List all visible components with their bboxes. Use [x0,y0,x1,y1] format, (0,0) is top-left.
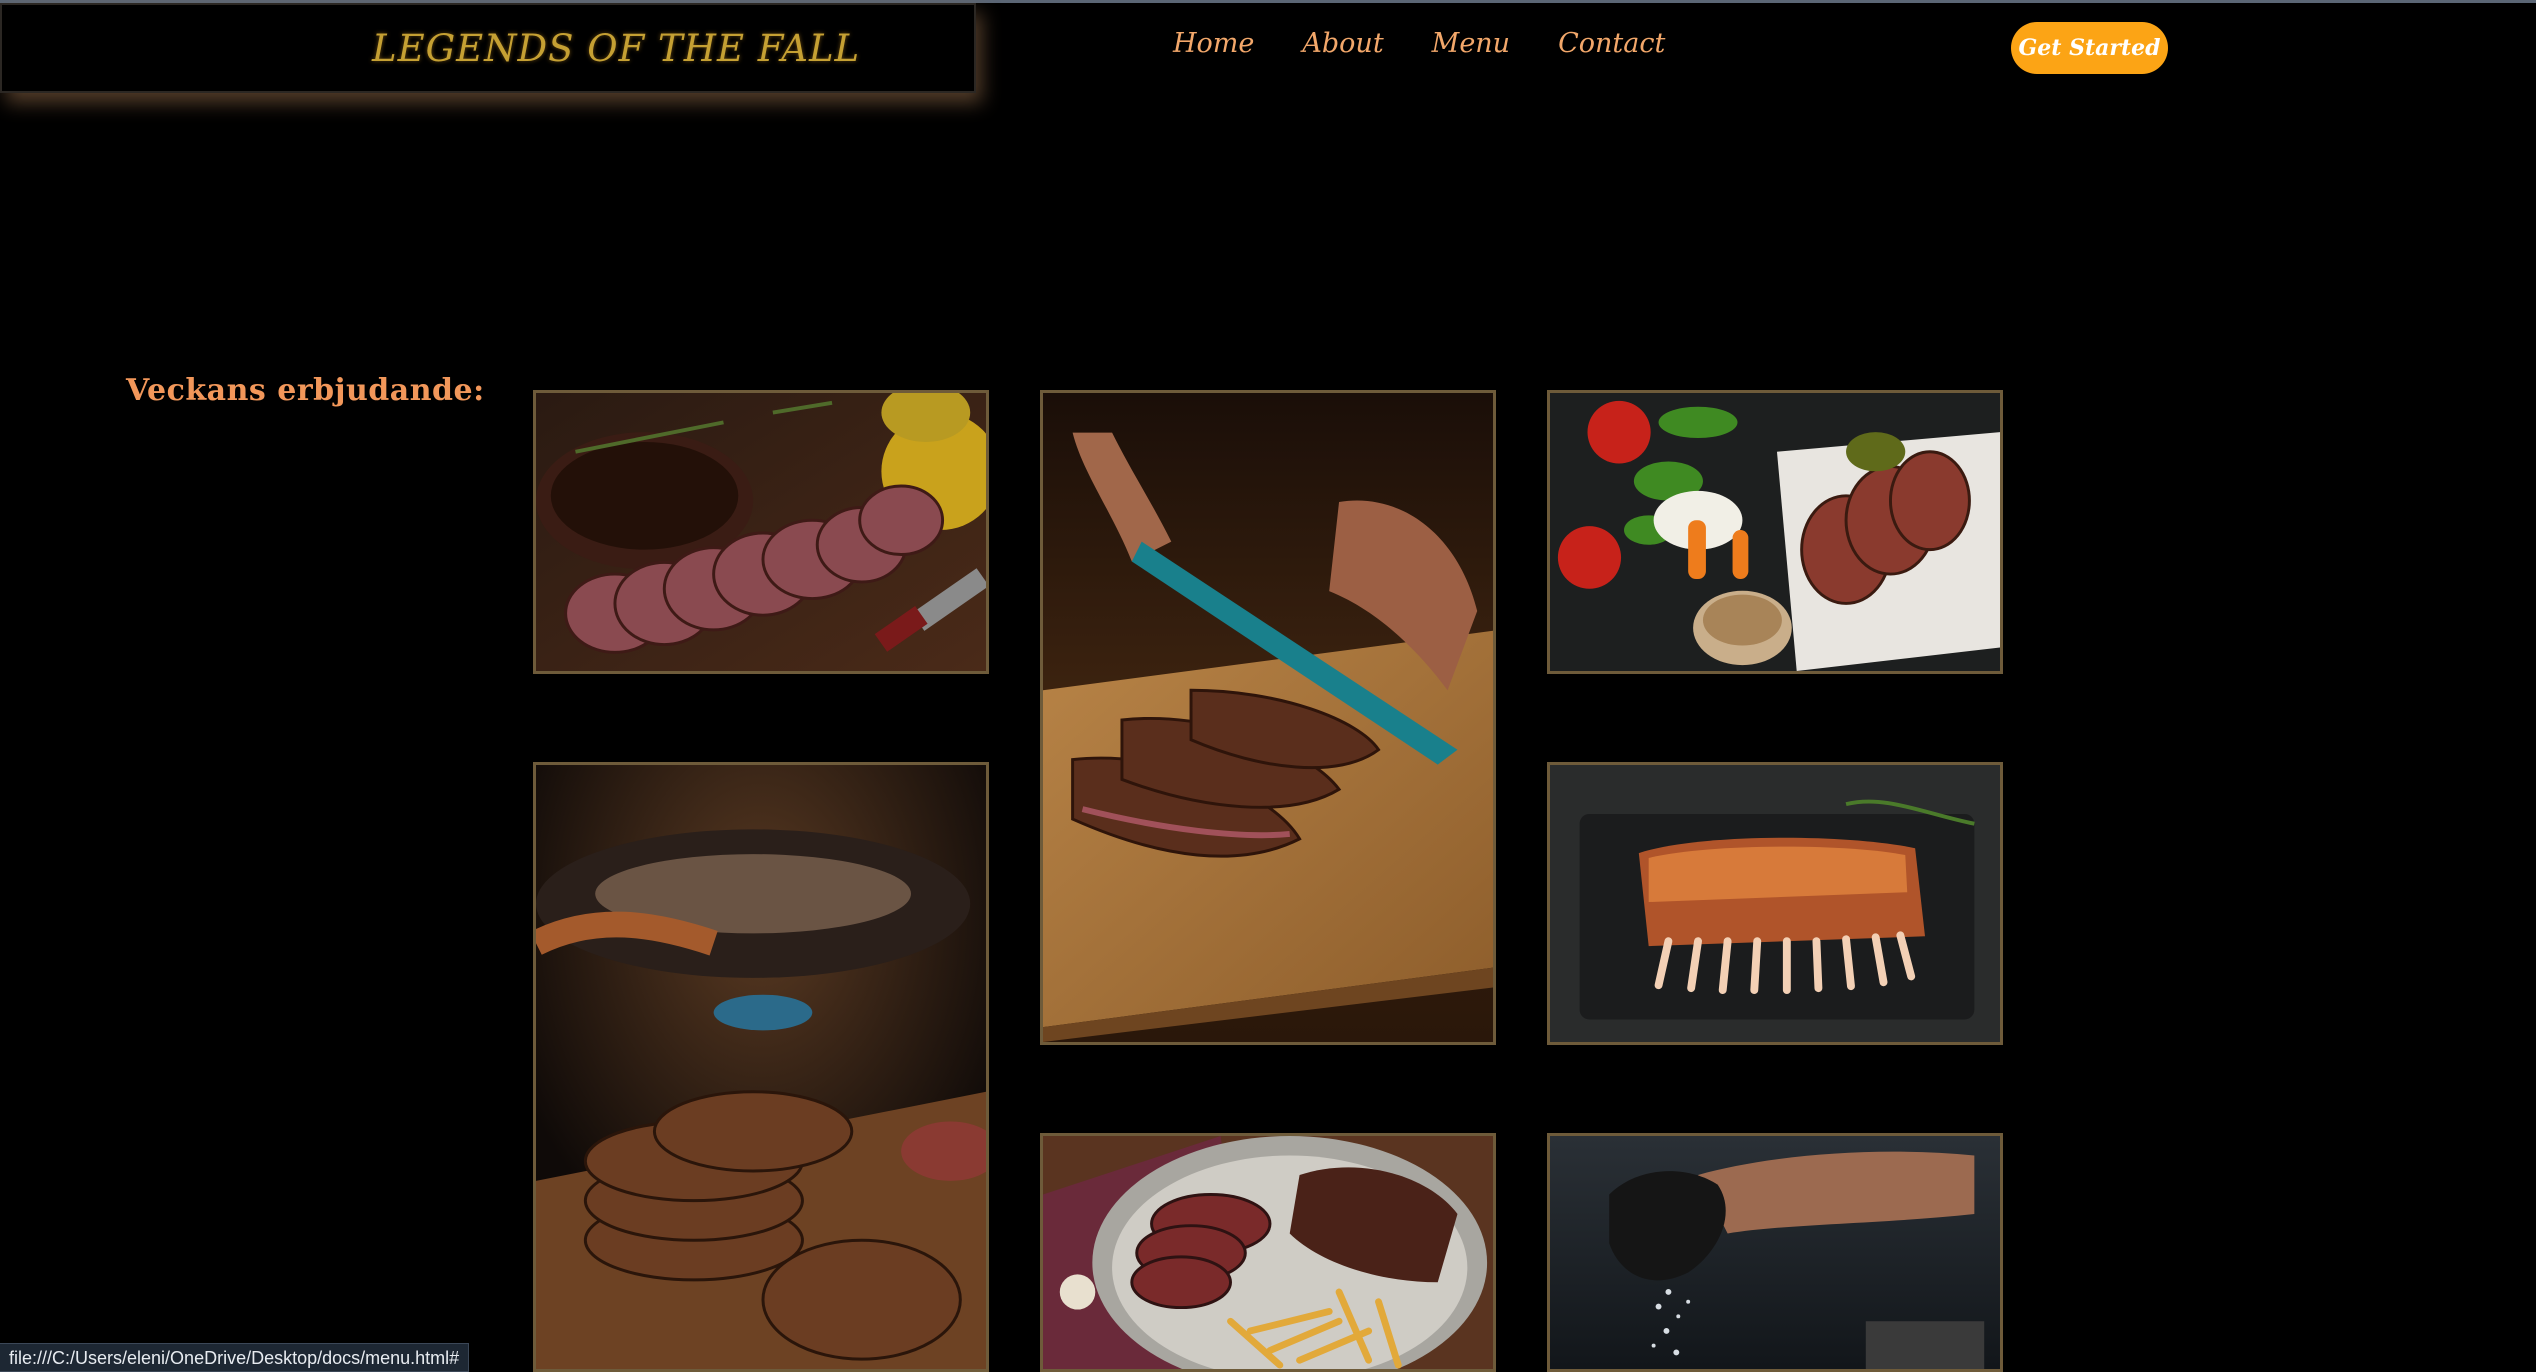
site-logo-text[interactable]: LEGENDS OF THE FALL [372,27,860,70]
steak-with-fries-plate-icon [1043,1136,1493,1369]
browser-status-url: file:///C:/Users/eleni/OneDrive/Desktop/… [0,1343,470,1372]
page: LEGENDS OF THE FALL Home About Menu Cont… [0,0,2536,1372]
grilled-burger-patties-icon [536,765,986,1369]
nav-home-link[interactable]: Home [1173,28,1254,59]
nav-about-link[interactable]: About [1302,28,1383,59]
get-started-button[interactable]: Get Started [2011,22,2168,74]
gallery-photo-5[interactable] [1547,762,2003,1045]
steak-with-vegetables-icon [1550,393,2000,671]
gallery-photo-3[interactable] [1547,390,2003,674]
gallery-photo-2[interactable] [1040,390,1496,1045]
gallery-photo-4[interactable] [533,762,989,1372]
rack-of-ribs-icon [1550,765,2000,1042]
main-nav: Home About Menu Contact [1173,28,1665,59]
weekly-offer-heading: Veckans erbjudande: [126,372,485,408]
gallery-photo-1[interactable] [533,390,989,674]
seasoning-with-salt-icon [1550,1136,2000,1369]
nav-menu-link[interactable]: Menu [1432,28,1510,59]
sliced-steak-rosemary-icon [536,393,986,671]
knife-slicing-steak-icon [1043,393,1493,1042]
brand-box: LEGENDS OF THE FALL [0,3,976,93]
gallery-photo-7[interactable] [1547,1133,2003,1372]
gallery-photo-6[interactable] [1040,1133,1496,1372]
nav-contact-link[interactable]: Contact [1558,28,1665,59]
